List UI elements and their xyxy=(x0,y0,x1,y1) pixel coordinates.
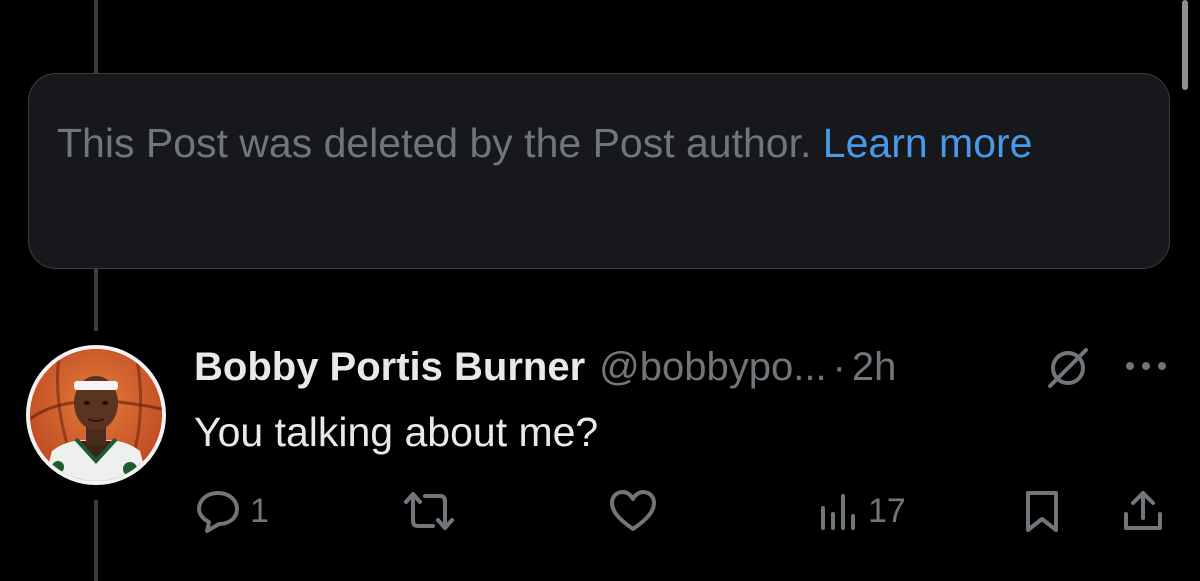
views-count: 17 xyxy=(868,491,906,530)
like-button[interactable] xyxy=(608,486,658,536)
deleted-post-card: This Post was deleted by the Post author… xyxy=(28,73,1170,269)
repost-icon xyxy=(404,492,454,530)
reply-button[interactable]: 1 xyxy=(194,486,269,536)
separator-dot: · xyxy=(832,344,846,389)
muted-icon xyxy=(1048,348,1088,388)
share-button[interactable] xyxy=(1120,486,1166,536)
bookmark-icon xyxy=(1026,491,1058,532)
share-icon xyxy=(1124,491,1162,530)
thread-line-bottom xyxy=(94,500,98,581)
post-header: Bobby Portis Burner @bobbypo... · 2h xyxy=(194,338,896,396)
deleted-post-notice: This Post was deleted by the Post author… xyxy=(57,114,1139,172)
thread-line-middle xyxy=(94,269,98,331)
views-chart-icon xyxy=(821,494,855,530)
views-button[interactable]: 17 xyxy=(818,486,906,536)
heart-icon xyxy=(610,490,656,531)
thread-line-top xyxy=(94,0,98,73)
avatar[interactable] xyxy=(26,345,166,485)
deleted-notice-text: This Post was deleted by the Post author… xyxy=(57,120,812,166)
repost-button[interactable] xyxy=(400,486,458,536)
reply-icon xyxy=(197,491,239,533)
post-text: You talking about me? xyxy=(194,409,599,455)
bookmark-button[interactable] xyxy=(1022,486,1062,536)
author-handle[interactable]: @bobbypo... xyxy=(599,345,826,390)
author-name[interactable]: Bobby Portis Burner xyxy=(194,345,585,390)
timestamp[interactable]: 2h xyxy=(852,345,897,390)
reply-count: 1 xyxy=(250,491,269,530)
learn-more-link[interactable]: Learn more xyxy=(823,120,1033,166)
scrollbar[interactable] xyxy=(1182,0,1188,90)
avatar-image xyxy=(30,349,162,481)
more-dots-icon[interactable] xyxy=(1124,356,1168,376)
